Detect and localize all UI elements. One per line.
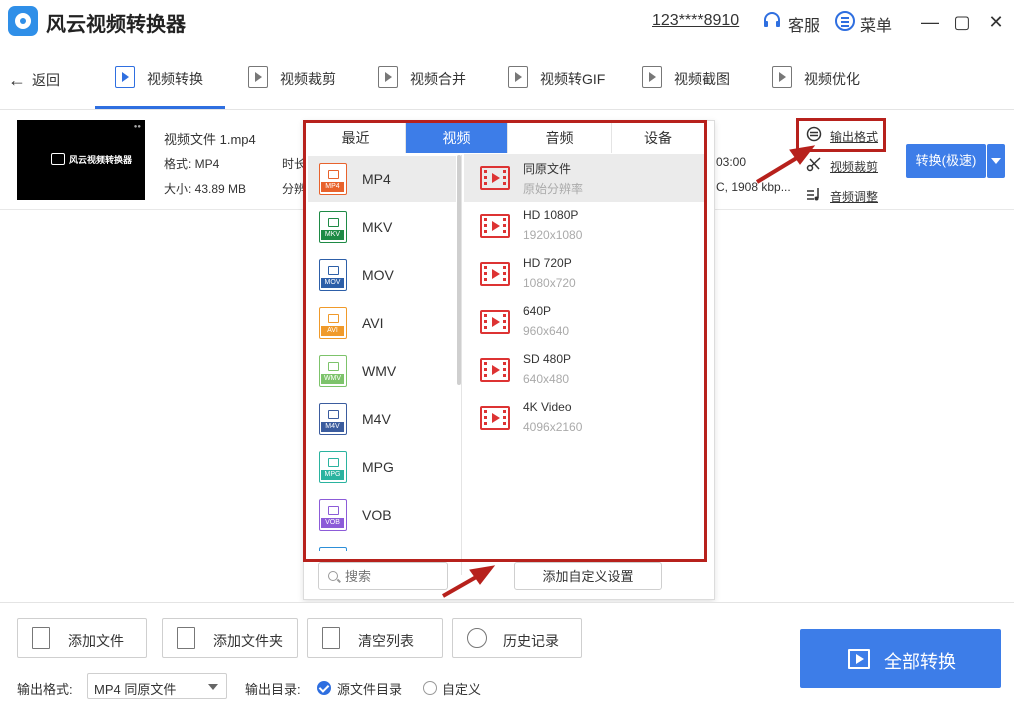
radio-custom-dir[interactable] <box>423 681 437 695</box>
annotation-box-output-format <box>796 118 886 152</box>
convert-fast-button[interactable]: 转换(极速) <box>906 144 986 178</box>
convert-dropdown-icon[interactable] <box>987 144 1005 178</box>
custom-dir-label: 自定义 <box>442 682 482 697</box>
video-thumbnail[interactable]: ●● 风云视频转换器 <box>17 120 145 200</box>
video-merge-icon <box>378 66 398 88</box>
video-crop-icon <box>248 66 268 88</box>
app-title: 风云视频转换器 <box>46 14 186 36</box>
video-crop-link[interactable]: 视频裁剪 <box>830 158 878 175</box>
gif-icon <box>508 66 528 88</box>
clear-list-button[interactable]: 清空列表 <box>307 618 443 658</box>
tab-video-merge[interactable]: 视频合并 <box>378 52 478 110</box>
tab-video-convert[interactable]: 视频转换 <box>115 52 225 110</box>
menu-icon[interactable] <box>835 11 855 31</box>
output-format-select[interactable]: MP4 同原文件 <box>87 673 227 699</box>
format-search-box[interactable] <box>318 562 448 590</box>
history-button[interactable]: 历史记录 <box>452 618 582 658</box>
add-folder-button[interactable]: 添加文件夹 <box>162 618 298 658</box>
play-icon <box>848 649 870 669</box>
menu-button[interactable]: 菜单 <box>860 12 892 36</box>
screenshot-icon <box>642 66 662 88</box>
audio-adjust-icon <box>807 188 819 201</box>
annotation-box-popup <box>303 120 707 562</box>
output-info: C, 1908 kbp... <box>716 180 791 194</box>
format-search-input[interactable] <box>345 567 440 585</box>
title-bar: 风云视频转换器 123****8910 客服 菜单 — ▢ ✕ <box>0 0 1014 44</box>
active-tab-indicator <box>95 106 225 109</box>
support-button[interactable]: 客服 <box>788 12 820 36</box>
source-dir-label: 源文件目录 <box>337 682 403 697</box>
file-size: 大小: 43.89 MB <box>164 182 247 196</box>
clock-icon <box>467 628 487 648</box>
search-icon <box>328 571 338 581</box>
add-file-button[interactable]: 添加文件 <box>17 618 147 658</box>
headset-icon[interactable] <box>762 11 782 31</box>
tab-video-screenshot[interactable]: 视频截图 <box>642 52 742 110</box>
function-tabs: ← 返回 视频转换 视频裁剪 视频合并 视频转GIF 视频截图 视频优化 <box>0 52 1014 110</box>
video-convert-icon <box>115 66 135 88</box>
scissors-icon <box>806 157 821 172</box>
thumbnail-logo-icon <box>51 153 65 165</box>
thumbnail-corner-mark: ●● <box>133 124 141 130</box>
minimize-icon[interactable]: — <box>918 10 942 34</box>
output-dir-label: 输出目录: <box>245 682 301 697</box>
maximize-icon[interactable]: ▢ <box>950 10 974 34</box>
app-logo-icon <box>8 6 38 36</box>
optimize-icon <box>772 66 792 88</box>
file-name: 视频文件 1.mp4 <box>164 132 256 147</box>
add-custom-settings-button[interactable]: 添加自定义设置 <box>514 562 662 590</box>
audio-adjust-link[interactable]: 音频调整 <box>830 188 878 205</box>
tab-video-crop[interactable]: 视频裁剪 <box>248 52 348 110</box>
output-format-label: 输出格式: <box>17 682 73 697</box>
radio-source-dir[interactable] <box>317 681 331 695</box>
back-arrow-icon: ← <box>8 70 26 90</box>
add-folder-icon <box>177 627 195 649</box>
back-button[interactable]: ← 返回 <box>8 70 60 91</box>
close-icon[interactable]: ✕ <box>984 10 1008 34</box>
output-duration: 03:00 <box>716 155 747 169</box>
trash-icon <box>322 627 340 649</box>
thumbnail-text: 风云视频转换器 <box>69 155 133 165</box>
user-account-link[interactable]: 123****8910 <box>652 12 739 30</box>
tab-video-gif[interactable]: 视频转GIF <box>508 52 618 110</box>
tab-video-optimize[interactable]: 视频优化 <box>772 52 872 110</box>
add-file-icon <box>32 627 50 649</box>
convert-all-button[interactable]: 全部转换 <box>800 629 1001 688</box>
file-format: 格式: MP4 <box>164 157 220 171</box>
